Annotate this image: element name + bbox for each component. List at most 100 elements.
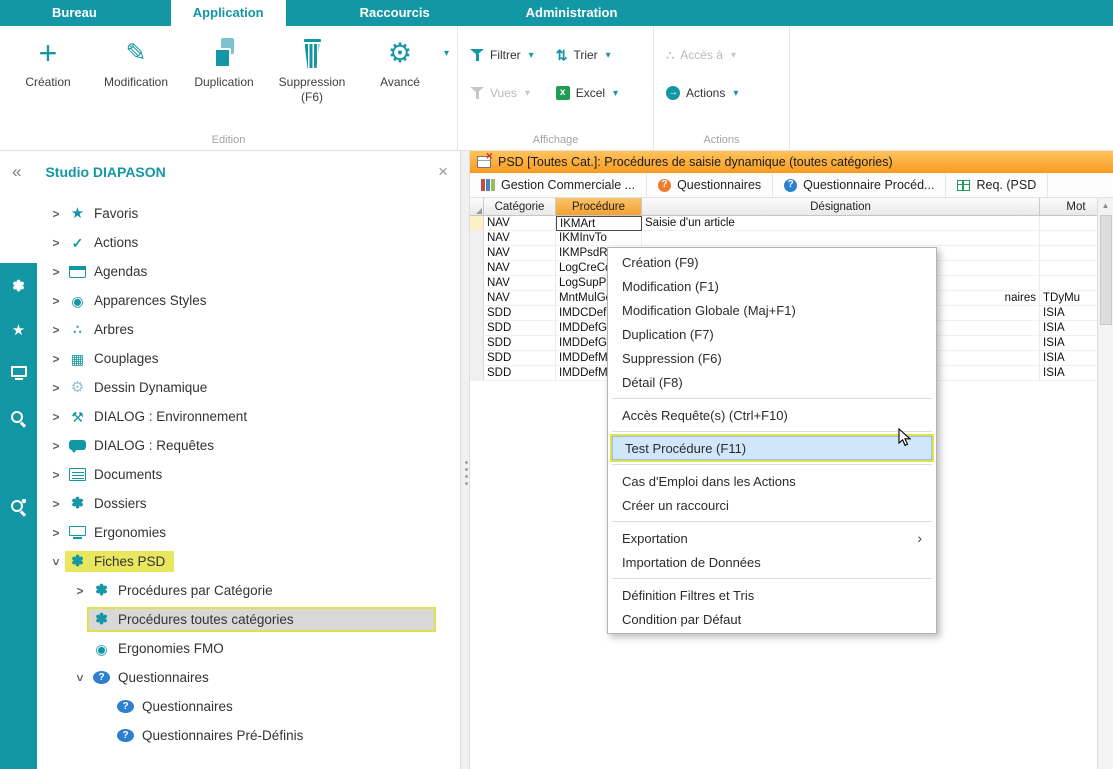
menu-item-creer-un-raccourci[interactable]: Créer un raccourci: [610, 493, 934, 517]
menu-item-definition-filtres-et-tris[interactable]: Définition Filtres et Tris: [610, 583, 934, 607]
tree-item-dialog-environnement[interactable]: >DIALOG : Environnement: [37, 402, 460, 431]
rail-flower-icon[interactable]: [12, 277, 25, 295]
button-trier[interactable]: Trier▾: [556, 48, 618, 63]
table-row[interactable]: NAVIKMArtSaisie d'un article: [470, 216, 1113, 231]
row-gutter: [470, 306, 484, 321]
chevron-icon[interactable]: >: [47, 207, 65, 221]
chevron-icon[interactable]: >: [47, 439, 65, 453]
rail-star-icon[interactable]: [12, 321, 25, 339]
chevron-icon[interactable]: >: [49, 553, 63, 571]
button-label: Actions: [686, 86, 725, 101]
chevron-icon[interactable]: >: [47, 526, 65, 540]
vertical-scrollbar[interactable]: ▲: [1097, 198, 1113, 769]
menu-item-importation-de-donnees[interactable]: Importation de Données: [610, 550, 934, 574]
scrollbar-thumb[interactable]: [1100, 215, 1112, 325]
flower-icon: [69, 496, 86, 511]
doc-tab-gestion-commerciale[interactable]: Gestion Commerciale ...: [470, 173, 647, 197]
menu-item-condition-par-defaut[interactable]: Condition par Défaut: [610, 607, 934, 631]
cell-procedure[interactable]: IKMInvTo: [556, 231, 642, 246]
tree-item-actions[interactable]: >Actions: [37, 228, 460, 257]
rail-search-icon[interactable]: [11, 409, 26, 427]
chevron-icon[interactable]: >: [47, 381, 65, 395]
menu-item-detail-f8[interactable]: Détail (F8): [610, 370, 934, 394]
close-sidebar-icon[interactable]: ×: [438, 162, 448, 182]
menu-separator: [612, 431, 932, 432]
ribbon-tab-administration[interactable]: Administration: [504, 0, 640, 26]
menu-item-label: Modification (F1): [622, 279, 719, 294]
chevron-icon[interactable]: >: [47, 497, 65, 511]
doc-tab-req-psd[interactable]: Req. (PSD: [946, 173, 1048, 197]
button-actions[interactable]: Actions▾: [666, 86, 738, 101]
tree-item-agendas[interactable]: >Agendas: [37, 257, 460, 286]
doc-tab-questionnaires[interactable]: Questionnaires: [647, 173, 773, 197]
menu-separator: [612, 521, 932, 522]
button-avance[interactable]: Avancé▾: [356, 36, 444, 105]
menu-item-acces-requete-s-ctrl-f10[interactable]: Accès Requête(s) (Ctrl+F10): [610, 403, 934, 427]
flower-icon: [93, 612, 110, 627]
rail-search-badge-icon[interactable]: [11, 497, 26, 515]
chevron-icon[interactable]: >: [47, 468, 65, 482]
ribbon-group-label: Edition: [0, 134, 457, 146]
tree-item-dialog-requetes[interactable]: >DIALOG : Requêtes: [37, 431, 460, 460]
ribbon: CréationModificationDuplicationSuppressi…: [0, 26, 1113, 151]
chevron-icon[interactable]: >: [47, 236, 65, 250]
button-excel[interactable]: Excel▾: [556, 86, 618, 101]
tree-item-ergonomies-fmo[interactable]: Ergonomies FMO: [37, 634, 460, 663]
chevron-icon[interactable]: >: [47, 410, 65, 424]
panel-splitter[interactable]: [460, 151, 470, 769]
collapse-sidebar-icon[interactable]: «: [12, 162, 21, 182]
tree-item-couplages[interactable]: >Couplages: [37, 344, 460, 373]
tree-item-documents[interactable]: >Documents: [37, 460, 460, 489]
column-header-designation[interactable]: Désignation: [642, 198, 1040, 216]
rail-monitor-icon[interactable]: [11, 365, 27, 383]
ribbon-tab-application[interactable]: Application: [171, 0, 286, 26]
table-row[interactable]: NAVIKMInvTo: [470, 231, 1113, 246]
chevron-icon[interactable]: >: [47, 352, 65, 366]
tree-item-dossiers[interactable]: >Dossiers: [37, 489, 460, 518]
chevron-icon[interactable]: >: [73, 669, 87, 687]
chevron-icon[interactable]: >: [47, 294, 65, 308]
tree-item-content: Procédures par Catégorie: [89, 580, 282, 601]
ribbon-tab-bureau[interactable]: Bureau: [30, 0, 119, 26]
tree-item-questionnaires[interactable]: >Questionnaires: [37, 663, 460, 692]
tree-item-arbres[interactable]: >Arbres: [37, 315, 460, 344]
cell-procedure[interactable]: IKMArt: [556, 216, 642, 231]
ribbon-tab-raccourcis[interactable]: Raccourcis: [338, 0, 452, 26]
menu-item-creation-f9[interactable]: Création (F9): [610, 250, 934, 274]
button-creation[interactable]: Création: [4, 36, 92, 105]
menu-item-duplication-f7[interactable]: Duplication (F7): [610, 322, 934, 346]
column-header-procedure[interactable]: Procédure: [556, 198, 642, 216]
menu-item-exportation[interactable]: Exportation›: [610, 526, 934, 550]
chevron-icon[interactable]: >: [71, 584, 89, 598]
menu-item-suppression-f6[interactable]: Suppression (F6): [610, 346, 934, 370]
tree-item-favoris[interactable]: >Favoris: [37, 199, 460, 228]
menu-item-cas-d-emploi-dans-les-actions[interactable]: Cas d'Emploi dans les Actions: [610, 469, 934, 493]
tree-item-dessin-dynamique[interactable]: >Dessin Dynamique: [37, 373, 460, 402]
table-icon: [69, 352, 86, 366]
chevron-icon[interactable]: >: [47, 265, 65, 279]
chevron-icon[interactable]: >: [47, 323, 65, 337]
doc-tab-questionnaire-proced[interactable]: Questionnaire Procéd...: [773, 173, 946, 197]
tree-item-apparences-styles[interactable]: > Apparences Styles: [37, 286, 460, 315]
tree-item-fiches-psd[interactable]: >Fiches PSD: [37, 547, 460, 576]
side-rail-wrap: [0, 193, 37, 769]
tree-item-ergonomies[interactable]: >Ergonomies: [37, 518, 460, 547]
tree-item-questionnaires-pre-definis[interactable]: Questionnaires Pré-Définis: [37, 721, 460, 750]
tree-item-procedures-toutes-categories[interactable]: Procédures toutes catégories: [37, 605, 460, 634]
scroll-up-icon[interactable]: ▲: [1102, 198, 1110, 213]
dropdown-caret-icon: ▾: [613, 88, 618, 99]
button-modification[interactable]: Modification: [92, 36, 180, 105]
button-duplication[interactable]: Duplication: [180, 36, 268, 105]
menu-item-modification-f1[interactable]: Modification (F1): [610, 274, 934, 298]
sidebar-body: >Favoris>Actions>Agendas>Apparences Styl…: [0, 193, 460, 769]
button-filtrer[interactable]: Filtrer▾: [470, 48, 534, 63]
column-header-categorie[interactable]: Catégorie: [484, 198, 556, 216]
menu-item-test-procedure-f11[interactable]: Test Procédure (F11): [612, 436, 932, 460]
tree-item-procedures-par-categorie[interactable]: >Procédures par Catégorie: [37, 576, 460, 605]
qmark-icon: [784, 179, 797, 192]
menu-item-modification-globale-maj-f1[interactable]: Modification Globale (Maj+F1): [610, 298, 934, 322]
tree-item-label: Apparences Styles: [94, 293, 207, 308]
row-gutter: [470, 276, 484, 291]
button-suppression-f6[interactable]: Suppression (F6): [268, 36, 356, 105]
tree-item-questionnaires[interactable]: Questionnaires: [37, 692, 460, 721]
